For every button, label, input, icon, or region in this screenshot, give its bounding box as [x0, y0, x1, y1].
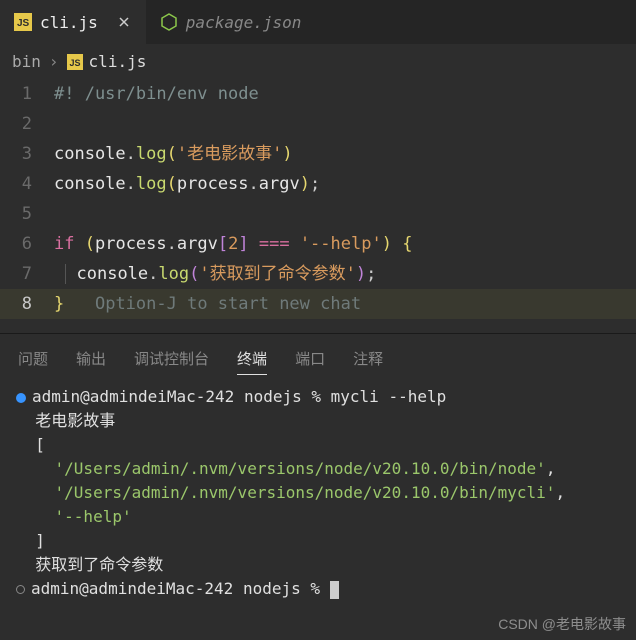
code-text: console: [54, 144, 126, 164]
line-number: 7: [0, 259, 54, 289]
terminal-text: admin@admindeiMac-242: [31, 579, 233, 598]
code-text: argv: [259, 174, 300, 194]
chevron-right-icon: ›: [49, 52, 59, 71]
terminal[interactable]: admin@admindeiMac-242 nodejs % mycli --h…: [0, 379, 636, 611]
code-text: ===: [259, 234, 290, 254]
breadcrumb-file[interactable]: JS cli.js: [67, 52, 147, 71]
terminal-text: '/Users/admin/.nvm/versions/node/v20.10.…: [55, 459, 546, 478]
line-number: 4: [0, 169, 54, 199]
line-number: 6: [0, 229, 54, 259]
tab-label: cli.js: [40, 13, 98, 32]
panel-tab-terminal[interactable]: 终端: [237, 348, 267, 369]
code-text: '获取到了命令参数': [199, 264, 355, 284]
code-editor[interactable]: 1#! /usr/bin/env node 2 3console.log('老电…: [0, 79, 636, 319]
line-number: 3: [0, 139, 54, 169]
terminal-text: '--help': [55, 507, 132, 526]
code-text: argv: [177, 234, 218, 254]
close-icon[interactable]: [116, 14, 132, 30]
svg-text:JS: JS: [69, 58, 80, 68]
code-text: log: [136, 144, 167, 164]
bottom-panel: 问题 输出 调试控制台 终端 端口 注释 admin@admindeiMac-2…: [0, 333, 636, 611]
code-text: process: [177, 174, 249, 194]
panel-tab-problems[interactable]: 问题: [18, 348, 48, 369]
terminal-cursor: [330, 581, 339, 599]
line-number: 2: [0, 109, 54, 139]
code-text: '老电影故事': [177, 144, 282, 164]
code-text: log: [158, 264, 189, 284]
terminal-text: nodejs: [244, 387, 302, 406]
breadcrumb-folder[interactable]: bin: [12, 52, 41, 71]
tab-label: package.json: [186, 13, 302, 32]
ghost-text: Option-J to start new chat: [95, 294, 361, 314]
code-text: log: [136, 174, 167, 194]
nodejs-icon: [160, 13, 178, 31]
terminal-text: '/Users/admin/.nvm/versions/node/v20.10.…: [55, 483, 556, 502]
code-text: '--help': [300, 234, 382, 254]
terminal-text: 获取到了命令参数: [35, 555, 163, 574]
terminal-text: ]: [35, 531, 45, 550]
code-text: console: [77, 264, 149, 284]
js-icon: JS: [14, 13, 32, 31]
terminal-text: [: [35, 435, 45, 454]
terminal-text: nodejs: [243, 579, 301, 598]
terminal-text: 老电影故事: [35, 411, 115, 430]
svg-text:JS: JS: [17, 18, 30, 29]
panel-tab-bar: 问题 输出 调试控制台 终端 端口 注释: [0, 334, 636, 379]
code-text: #! /usr/bin/env node: [54, 84, 259, 104]
line-number: 5: [0, 199, 54, 229]
terminal-text: mycli --help: [331, 387, 447, 406]
js-icon: JS: [67, 54, 83, 70]
line-number: 1: [0, 79, 54, 109]
code-text: console: [54, 174, 126, 194]
breadcrumb: bin › JS cli.js: [0, 44, 636, 79]
tab-package-json[interactable]: package.json: [146, 0, 316, 44]
panel-tab-debug-console[interactable]: 调试控制台: [134, 348, 209, 369]
tab-bar: JS cli.js package.json: [0, 0, 636, 44]
code-text: process: [95, 234, 167, 254]
prompt-dot-icon: [16, 393, 26, 403]
code-text: 2: [228, 234, 238, 254]
prompt-dot-icon: [16, 585, 25, 594]
terminal-text: admin@admindeiMac-242: [32, 387, 234, 406]
line-number: 8: [0, 289, 54, 319]
watermark: CSDN @老电影故事: [498, 614, 626, 634]
panel-tab-output[interactable]: 输出: [76, 348, 106, 369]
panel-tab-comments[interactable]: 注释: [353, 348, 383, 369]
breadcrumb-file-label: cli.js: [89, 52, 147, 71]
tab-cli-js[interactable]: JS cli.js: [0, 0, 146, 44]
panel-tab-ports[interactable]: 端口: [295, 348, 325, 369]
code-text: if: [54, 234, 74, 254]
